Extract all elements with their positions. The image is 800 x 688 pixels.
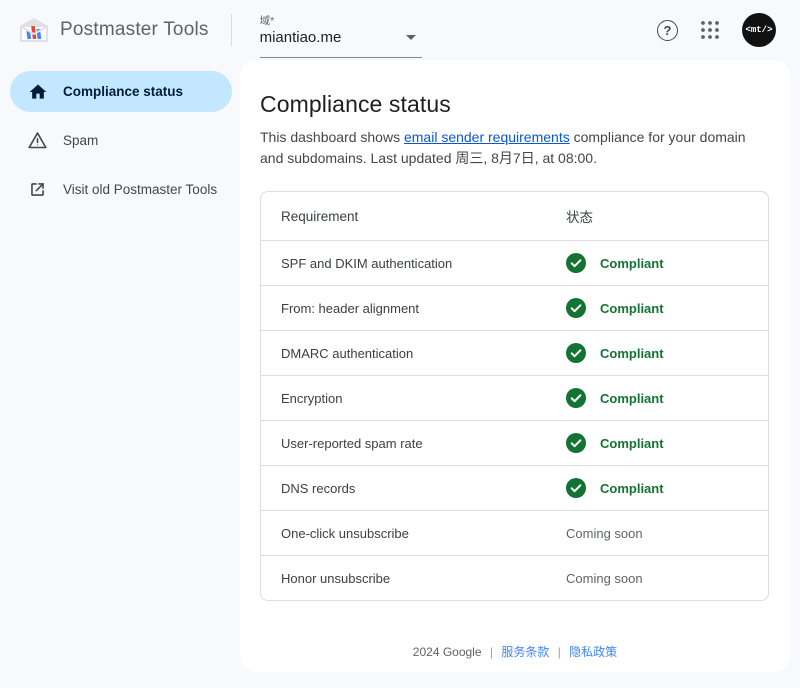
status-label: Compliant — [600, 301, 664, 316]
compliant-check-icon — [566, 388, 586, 408]
status-cell: Coming soon — [566, 526, 768, 541]
page-description: This dashboard shows email sender requir… — [260, 127, 768, 169]
status-label: Coming soon — [566, 571, 643, 586]
requirement-label: One-click unsubscribe — [261, 526, 566, 541]
requirement-label: User-reported spam rate — [261, 436, 566, 451]
status-label: Compliant — [600, 346, 664, 361]
column-header-status: 状态 — [566, 206, 768, 226]
help-icon[interactable]: ? — [657, 20, 678, 41]
column-header-requirement: Requirement — [261, 209, 566, 224]
apps-grid-icon[interactable] — [700, 20, 720, 40]
domain-selector-row: miantiao.me — [260, 27, 422, 52]
status-cell: Compliant — [566, 298, 768, 318]
table-header-row: Requirement 状态 — [261, 192, 768, 240]
table-body: SPF and DKIM authentication Compliant Fr… — [261, 240, 768, 600]
requirement-label: Honor unsubscribe — [261, 571, 566, 586]
status-cell: Compliant — [566, 253, 768, 273]
topbar-actions: ? <mt/> — [657, 13, 782, 47]
sidebar-item-spam[interactable]: Spam — [10, 120, 232, 161]
status-cell: Compliant — [566, 478, 768, 498]
email-sender-requirements-link[interactable]: email sender requirements — [404, 129, 570, 145]
sidebar: Compliance status Spam — [0, 60, 240, 688]
table-row: Encryption Compliant — [261, 375, 768, 420]
privacy-policy-link[interactable]: 隐私政策 — [569, 645, 617, 659]
sidebar-item-label: Visit old Postmaster Tools — [63, 182, 217, 197]
content-card: Compliance status This dashboard shows e… — [240, 60, 790, 672]
footer-copyright: 2024 Google — [413, 645, 482, 659]
status-cell: Compliant — [566, 433, 768, 453]
status-cell: Coming soon — [566, 571, 768, 586]
description-text-before: This dashboard shows — [260, 129, 404, 145]
compliant-check-icon — [566, 433, 586, 453]
status-cell: Compliant — [566, 343, 768, 363]
table-row: One-click unsubscribe Coming soon — [261, 510, 768, 555]
external-link-icon — [27, 179, 48, 200]
page-title: Compliance status — [260, 91, 770, 118]
sidebar-item-label: Spam — [63, 133, 98, 148]
compliant-check-icon — [566, 253, 586, 273]
requirement-label: Encryption — [261, 391, 566, 406]
warning-icon — [27, 130, 48, 151]
footer-separator: | — [490, 645, 493, 659]
status-cell: Compliant — [566, 388, 768, 408]
table-row: SPF and DKIM authentication Compliant — [261, 240, 768, 285]
app-root: Postmaster Tools 域* miantiao.me ? <mt/> — [0, 0, 800, 688]
footer: 2024 Google | 服务条款 | 隐私政策 — [260, 643, 770, 672]
status-label: Compliant — [600, 391, 664, 406]
terms-of-service-link[interactable]: 服务条款 — [501, 645, 549, 659]
requirement-label: DNS records — [261, 481, 566, 496]
body-row: Compliance status Spam — [0, 60, 800, 688]
table-row: From: header alignment Compliant — [261, 285, 768, 330]
domain-selector-label: 域* — [260, 15, 422, 27]
status-label: Compliant — [600, 481, 664, 496]
postmaster-logo-icon — [18, 17, 50, 43]
header-divider — [231, 14, 232, 46]
table-row: Honor unsubscribe Coming soon — [261, 555, 768, 600]
table-row: DNS records Compliant — [261, 465, 768, 510]
compliant-check-icon — [566, 478, 586, 498]
compliant-check-icon — [566, 343, 586, 363]
status-label: Coming soon — [566, 526, 643, 541]
footer-separator: | — [558, 645, 561, 659]
domain-selector[interactable]: 域* miantiao.me — [260, 9, 422, 52]
status-label: Compliant — [600, 436, 664, 451]
home-icon — [27, 81, 48, 102]
top-bar: Postmaster Tools 域* miantiao.me ? <mt/> — [0, 0, 800, 60]
sidebar-item-visit-old-postmaster-tools[interactable]: Visit old Postmaster Tools — [10, 169, 232, 210]
sidebar-item-label: Compliance status — [63, 84, 183, 99]
requirement-label: From: header alignment — [261, 301, 566, 316]
chevron-down-icon — [406, 35, 416, 40]
table-row: DMARC authentication Compliant — [261, 330, 768, 375]
table-row: User-reported spam rate Compliant — [261, 420, 768, 465]
brand: Postmaster Tools — [18, 17, 209, 43]
requirement-label: DMARC authentication — [261, 346, 566, 361]
sidebar-item-compliance-status[interactable]: Compliance status — [10, 71, 232, 112]
domain-selector-value: miantiao.me — [260, 29, 342, 46]
requirement-label: SPF and DKIM authentication — [261, 256, 566, 271]
compliance-table: Requirement 状态 SPF and DKIM authenticati… — [260, 191, 769, 601]
status-label: Compliant — [600, 256, 664, 271]
avatar[interactable]: <mt/> — [742, 13, 776, 47]
compliant-check-icon — [566, 298, 586, 318]
app-title: Postmaster Tools — [60, 19, 209, 41]
domain-selector-underline — [260, 57, 422, 58]
